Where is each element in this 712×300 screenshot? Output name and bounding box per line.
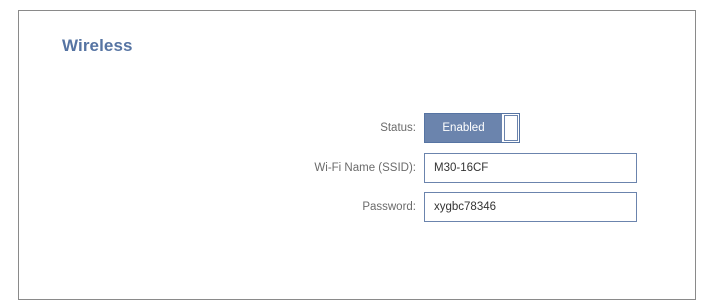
password-input[interactable]	[424, 192, 637, 222]
status-row: Status: Enabled	[0, 113, 712, 143]
ssid-label: Wi-Fi Name (SSID):	[314, 162, 416, 174]
status-toggle[interactable]: Enabled	[424, 113, 520, 143]
password-row: Password:	[0, 192, 712, 222]
section-title: Wireless	[62, 36, 133, 55]
status-toggle-value: Enabled	[425, 114, 502, 142]
status-label: Status:	[380, 122, 416, 134]
ssid-row: Wi-Fi Name (SSID):	[0, 153, 712, 183]
ssid-input[interactable]	[424, 153, 637, 183]
password-label: Password:	[362, 201, 416, 213]
toggle-knob	[504, 115, 518, 141]
